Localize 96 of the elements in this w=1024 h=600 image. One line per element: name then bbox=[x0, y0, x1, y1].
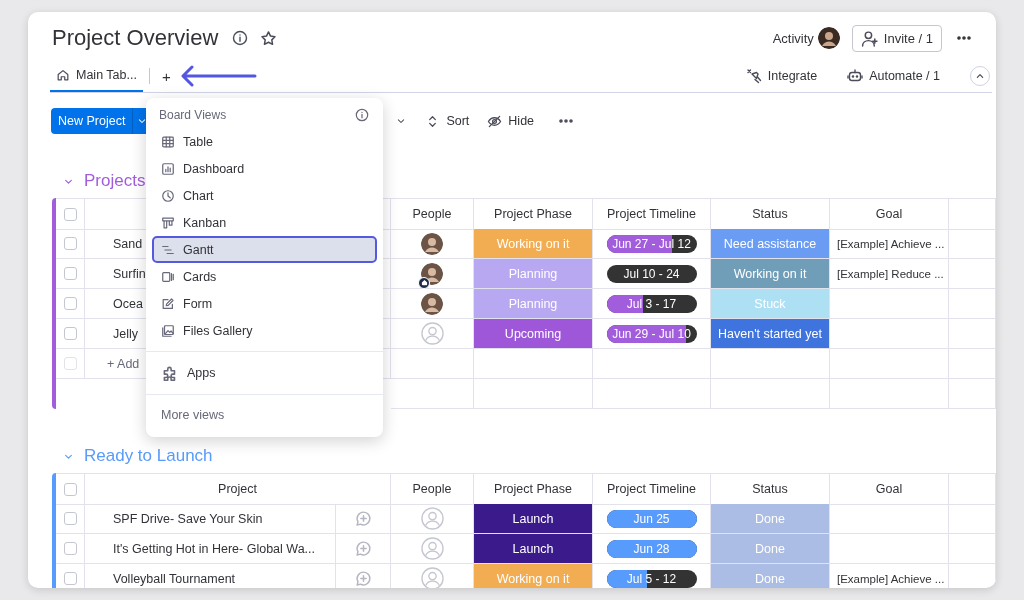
menu-item[interactable]: Dashboard bbox=[152, 155, 377, 182]
add-item-link[interactable]: + Add bbox=[107, 356, 140, 371]
goal-text: [Example] Reduce ... bbox=[837, 267, 944, 280]
add-person-icon bbox=[860, 29, 878, 47]
collapse-button[interactable] bbox=[970, 66, 990, 86]
column-header: Project bbox=[218, 482, 257, 496]
project-name[interactable]: Surfin bbox=[113, 266, 146, 281]
column-header: Project Phase bbox=[494, 482, 572, 496]
chart-view-icon bbox=[161, 188, 175, 203]
avatar[interactable] bbox=[817, 27, 840, 49]
add-comment-icon[interactable] bbox=[354, 540, 372, 557]
robot-icon bbox=[847, 68, 864, 84]
home-icon bbox=[56, 68, 70, 82]
checkbox[interactable] bbox=[63, 267, 77, 280]
person-avatar[interactable] bbox=[421, 292, 443, 315]
menu-title: Board Views bbox=[159, 108, 227, 122]
table-cell bbox=[949, 289, 996, 319]
hide-button[interactable]: Hide bbox=[487, 113, 535, 129]
board-tab[interactable]: Main Tab... bbox=[50, 60, 143, 92]
column-header: Project Timeline bbox=[607, 482, 696, 496]
person-avatar[interactable] bbox=[421, 232, 443, 255]
plug-icon bbox=[745, 68, 762, 84]
cards-view-icon bbox=[161, 269, 175, 284]
timeline-bar[interactable]: Jul 10 - 24 bbox=[606, 264, 697, 283]
timeline-text: Jul 10 - 24 bbox=[623, 266, 680, 281]
menu-item[interactable]: Chart bbox=[152, 182, 377, 209]
table-cell bbox=[949, 504, 996, 534]
add-comment-icon[interactable] bbox=[354, 510, 372, 527]
eye-slash-icon bbox=[487, 113, 503, 129]
project-name[interactable]: Jelly bbox=[113, 326, 138, 341]
column-header: Goal bbox=[875, 482, 903, 496]
column-header: Project Timeline bbox=[607, 207, 696, 221]
checkbox[interactable] bbox=[63, 327, 77, 340]
phase-cell[interactable]: Launch bbox=[474, 504, 593, 534]
star-icon[interactable] bbox=[260, 29, 278, 47]
project-name[interactable]: It's Getting Hot in Here- Global Wa... bbox=[113, 541, 315, 556]
project-name[interactable]: Volleyball Tournament bbox=[113, 571, 236, 586]
checkbox[interactable] bbox=[63, 237, 77, 250]
activity-link[interactable]: Activity bbox=[772, 30, 814, 46]
project-name[interactable]: Ocea bbox=[113, 296, 143, 311]
add-view-button[interactable]: + bbox=[157, 67, 175, 85]
more-views-link[interactable]: More views bbox=[152, 402, 377, 428]
automate-button[interactable]: Automate / 1 bbox=[847, 68, 940, 84]
empty-person-icon[interactable] bbox=[420, 507, 444, 530]
timeline-text: Jun 25 bbox=[633, 511, 670, 526]
checkbox[interactable] bbox=[63, 572, 77, 585]
column-header: People bbox=[412, 482, 452, 496]
new-project-button[interactable]: New Project bbox=[51, 108, 134, 134]
checkbox[interactable] bbox=[63, 512, 77, 525]
phase-cell[interactable]: Launch bbox=[474, 534, 593, 564]
menu-item[interactable]: Table bbox=[152, 128, 377, 155]
status-cell[interactable]: Haven't started yet bbox=[711, 319, 830, 349]
empty-person-icon[interactable] bbox=[420, 322, 444, 345]
phase-cell[interactable]: Upcoming bbox=[474, 319, 593, 349]
group-title[interactable]: Projects bbox=[84, 171, 146, 191]
empty-person-icon[interactable] bbox=[420, 567, 444, 588]
menu-item[interactable]: Kanban bbox=[152, 209, 377, 236]
menu-item[interactable]: Apps bbox=[152, 359, 377, 387]
board-title: Project Overview bbox=[52, 25, 219, 51]
checkbox[interactable] bbox=[63, 482, 77, 496]
sort-button[interactable]: Sort bbox=[425, 113, 470, 129]
info-icon[interactable] bbox=[355, 108, 369, 122]
dashboard-view-icon bbox=[161, 161, 175, 176]
table-cell bbox=[949, 379, 996, 409]
add-comment-icon[interactable] bbox=[354, 570, 372, 587]
kanban-view-icon bbox=[161, 215, 175, 230]
timeline-text: Jun 28 bbox=[633, 541, 670, 556]
menu-item[interactable]: Files Gallery bbox=[152, 317, 377, 344]
timeline-text: Jul 3 - 17 bbox=[626, 296, 677, 311]
integrate-button[interactable]: Integrate bbox=[745, 68, 818, 84]
form-view-icon bbox=[161, 296, 175, 311]
checkbox[interactable] bbox=[63, 357, 77, 370]
table-cell bbox=[949, 349, 996, 379]
project-name[interactable]: Sand bbox=[113, 236, 143, 251]
timeline-bar[interactable]: Jul 3 - 17 bbox=[606, 294, 697, 313]
column-header: Goal bbox=[875, 207, 903, 221]
menu-item[interactable]: Gantt bbox=[152, 236, 377, 263]
gallery-view-icon bbox=[161, 323, 175, 338]
column-header: Status bbox=[752, 482, 788, 496]
info-icon[interactable] bbox=[232, 30, 249, 46]
goal-text: [Example] Achieve ... bbox=[837, 237, 945, 250]
table-cell bbox=[949, 534, 996, 564]
checkbox[interactable] bbox=[63, 542, 77, 555]
invite-button[interactable]: Invite / 1 bbox=[851, 24, 942, 52]
table-view-icon bbox=[161, 134, 175, 149]
empty-person-icon[interactable] bbox=[420, 537, 444, 560]
project-name[interactable]: SPF Drive- Save Your Skin bbox=[113, 511, 263, 526]
column-header: Project Phase bbox=[494, 207, 572, 221]
checkbox[interactable] bbox=[63, 297, 77, 310]
menu-item[interactable]: Cards bbox=[152, 263, 377, 290]
column-header: People bbox=[412, 207, 452, 221]
goal-text: [Example] Achieve ... bbox=[837, 572, 945, 585]
table-cell bbox=[949, 319, 996, 349]
column-header: Status bbox=[752, 207, 788, 221]
menu-item[interactable]: Form bbox=[152, 290, 377, 317]
checkbox[interactable] bbox=[63, 207, 77, 221]
